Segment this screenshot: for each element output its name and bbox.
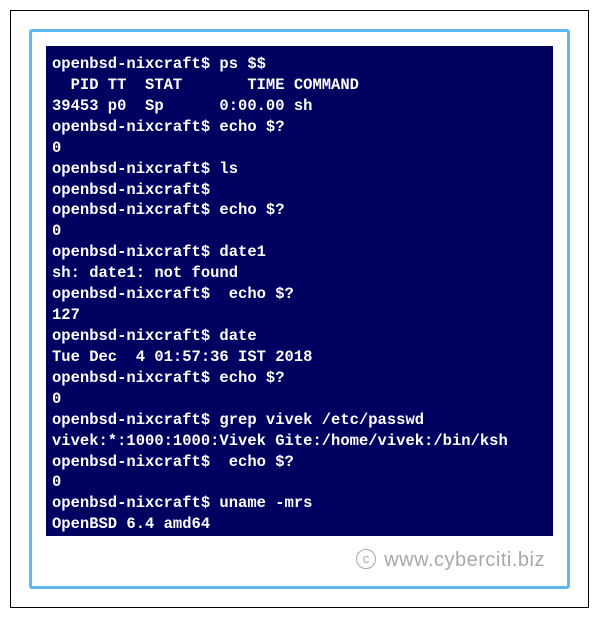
terminal-line: openbsd-nixcraft$ echo $? — [52, 118, 285, 136]
watermark: c www.cyberciti.biz — [356, 549, 545, 572]
terminal-line: 0 — [52, 139, 61, 157]
terminal-line: 127 — [52, 306, 80, 324]
terminal-line: openbsd-nixcraft$ grep vivek /etc/passwd — [52, 411, 424, 429]
terminal-line: 0 — [52, 390, 61, 408]
terminal-line: 0 — [52, 222, 61, 240]
terminal-line: 0 — [52, 473, 61, 491]
inner-border: openbsd-nixcraft$ ps $$ PID TT STAT TIME… — [29, 29, 570, 589]
outer-frame: openbsd-nixcraft$ ps $$ PID TT STAT TIME… — [10, 10, 589, 608]
terminal-line: openbsd-nixcraft$ date1 — [52, 243, 266, 261]
terminal-line: openbsd-nixcraft$ ps $$ — [52, 55, 266, 73]
terminal-line: openbsd-nixcraft$ ls — [52, 160, 238, 178]
terminal-line: 39453 p0 Sp 0:00.00 sh — [52, 97, 312, 115]
terminal-line: sh: date1: not found — [52, 264, 238, 282]
watermark-text: www.cyberciti.biz — [384, 549, 545, 571]
terminal-line: OpenBSD 6.4 amd64 — [52, 515, 210, 533]
terminal-window: openbsd-nixcraft$ ps $$ PID TT STAT TIME… — [46, 46, 553, 536]
terminal-line: openbsd-nixcraft$ echo $? — [52, 453, 294, 471]
terminal-line: openbsd-nixcraft$ echo $? — [52, 201, 285, 219]
terminal-line: openbsd-nixcraft$ echo $? — [52, 285, 294, 303]
terminal-line: Tue Dec 4 01:57:36 IST 2018 — [52, 348, 312, 366]
terminal-line: openbsd-nixcraft$ — [52, 181, 210, 199]
terminal-line: openbsd-nixcraft$ date — [52, 327, 257, 345]
copyright-icon: c — [356, 549, 376, 569]
terminal-line: openbsd-nixcraft$ echo $? — [52, 369, 285, 387]
terminal-line: vivek:*:1000:1000:Vivek Gite:/home/vivek… — [52, 432, 508, 450]
terminal-line: openbsd-nixcraft$ uname -mrs — [52, 494, 312, 512]
terminal-line: PID TT STAT TIME COMMAND — [52, 76, 359, 94]
